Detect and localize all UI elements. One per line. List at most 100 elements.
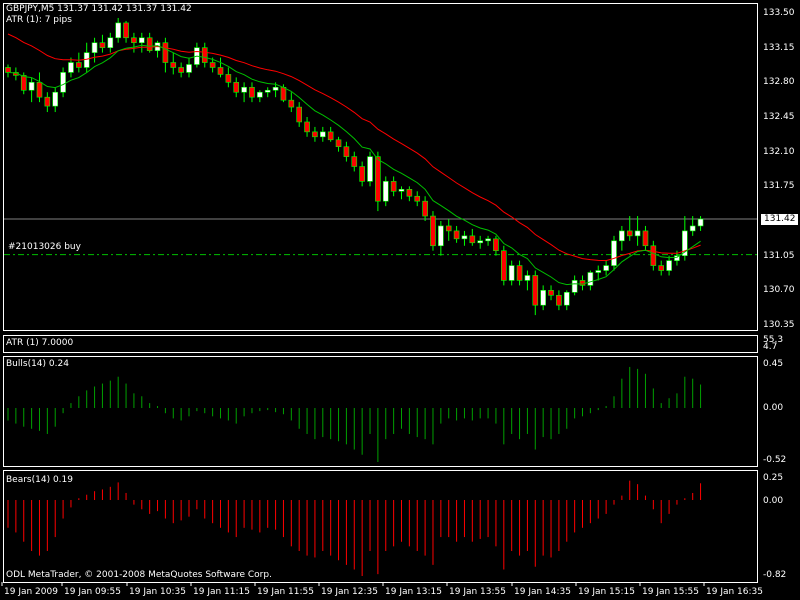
bear-candle xyxy=(430,215,436,247)
bull-candle xyxy=(83,52,90,68)
bear-candle xyxy=(650,245,657,266)
price-axis-tick: 132.10 xyxy=(763,146,795,157)
bull-candle xyxy=(619,230,625,242)
bear-candle xyxy=(642,230,649,247)
price-axis-tick: 133.15 xyxy=(763,42,795,53)
bull-candle xyxy=(52,91,59,107)
time-axis-tick: 19 Jan 10:35 xyxy=(129,587,186,597)
bear-candle xyxy=(445,225,452,232)
bear-candle xyxy=(5,67,11,73)
bear-candle xyxy=(146,37,153,51)
bears-axis-zero: 0.00 xyxy=(763,496,784,506)
bear-candle xyxy=(217,67,224,75)
bull-candle xyxy=(508,265,515,281)
bear-candle xyxy=(280,86,287,101)
chart-canvas xyxy=(1,3,758,586)
bull-candle xyxy=(68,62,74,73)
bull-candle xyxy=(28,82,35,91)
time-axis-tick: 19 Jan 11:55 xyxy=(257,587,314,597)
bear-candle xyxy=(335,139,342,148)
bear-candle xyxy=(390,181,397,192)
panel-border-2 xyxy=(3,356,758,467)
bull-candle xyxy=(611,240,617,266)
price-axis-tick: 131.05 xyxy=(763,250,795,261)
bulls-axis-bottom: -0.52 xyxy=(763,455,787,465)
bear-candle xyxy=(556,294,562,306)
bear-candle xyxy=(20,75,27,91)
time-axis-tick: 19 Jan 2009 xyxy=(4,587,58,597)
bear-candle xyxy=(359,166,365,182)
bear-candle xyxy=(414,195,421,202)
current-price-tag: 131.42 xyxy=(761,214,798,225)
bear-candle xyxy=(296,106,302,123)
bear-candle xyxy=(351,156,358,167)
bears-axis-bottom: -0.82 xyxy=(763,570,787,580)
bull-candle xyxy=(241,86,247,93)
bull-candle xyxy=(571,280,578,293)
time-axis-tick: 19 Jan 12:35 xyxy=(321,587,378,597)
price-axis-tick: 131.75 xyxy=(763,181,795,192)
bull-candle xyxy=(485,238,491,242)
bear-candle xyxy=(123,22,129,39)
bull-candle xyxy=(595,270,602,273)
bear-candle xyxy=(162,42,169,63)
bear-candle xyxy=(201,47,208,63)
bear-candle xyxy=(501,250,507,281)
bull-candle xyxy=(257,91,263,98)
bull-candle xyxy=(477,240,484,244)
bears-axis-top: 0.25 xyxy=(763,473,784,483)
bull-candle xyxy=(438,225,444,247)
bull-candle xyxy=(60,72,66,93)
bull-candle xyxy=(461,235,468,240)
bear-candle xyxy=(209,62,216,68)
symbol-line: GBPJPY,M5 131.37 131.42 131.37 131.42 xyxy=(6,4,192,14)
bear-candle xyxy=(422,200,428,217)
time-axis-tick: 19 Jan 14:35 xyxy=(514,587,571,597)
bull-candle xyxy=(603,265,609,271)
time-axis-tick: 19 Jan 16:35 xyxy=(706,587,763,597)
order-label[interactable]: #21013026 buy xyxy=(8,242,81,253)
panel-border-3 xyxy=(3,470,758,583)
bull-candle xyxy=(563,292,570,306)
bull-candle xyxy=(398,189,405,192)
bull-candle xyxy=(689,225,696,232)
bear-candle xyxy=(249,86,255,98)
price-axis-tick: 132.45 xyxy=(763,112,795,122)
bull-candle xyxy=(666,260,672,271)
bull-candle xyxy=(382,181,389,202)
bear-candle xyxy=(44,96,51,107)
bear-candle xyxy=(469,235,476,244)
bull-candle xyxy=(634,230,641,237)
price-axis-tick: 133.50 xyxy=(763,8,795,18)
bear-candle xyxy=(532,275,539,306)
bear-candle xyxy=(131,37,137,44)
bears-panel-label: Bears(14) 0.19 xyxy=(6,475,73,485)
bull-candle xyxy=(540,290,546,306)
bear-candle xyxy=(548,290,554,296)
atr-panel-label: ATR (1) 7.0000 xyxy=(6,338,74,348)
price-axis-tick: 132.80 xyxy=(763,77,795,88)
time-axis-tick: 19 Jan 09:55 xyxy=(64,587,121,597)
price-axis-tick: 130.70 xyxy=(763,285,795,296)
bull-candle xyxy=(587,272,594,286)
bull-candle xyxy=(697,218,704,227)
bull-candle xyxy=(107,37,114,48)
ma-slow-line xyxy=(7,33,701,262)
bear-candle xyxy=(658,265,665,271)
time-axis-tick: 19 Jan 13:55 xyxy=(449,587,506,597)
bull-candle xyxy=(138,37,145,44)
bear-candle xyxy=(406,189,413,197)
bull-candle xyxy=(91,42,98,53)
bear-candle xyxy=(493,238,499,252)
copyright-text: ODL MetaTrader, © 2001-2008 MetaQuotes S… xyxy=(6,570,272,580)
bull-candle xyxy=(524,275,531,281)
bear-candle xyxy=(288,99,295,108)
bull-candle xyxy=(115,22,121,39)
bear-candle xyxy=(178,67,184,73)
bull-candle xyxy=(264,89,271,93)
atr-axis-bottom: 4.7 xyxy=(763,342,778,352)
bear-candle xyxy=(312,131,318,138)
bull-candle xyxy=(367,156,373,182)
bull-candle xyxy=(272,86,279,91)
bear-candle xyxy=(225,74,232,83)
